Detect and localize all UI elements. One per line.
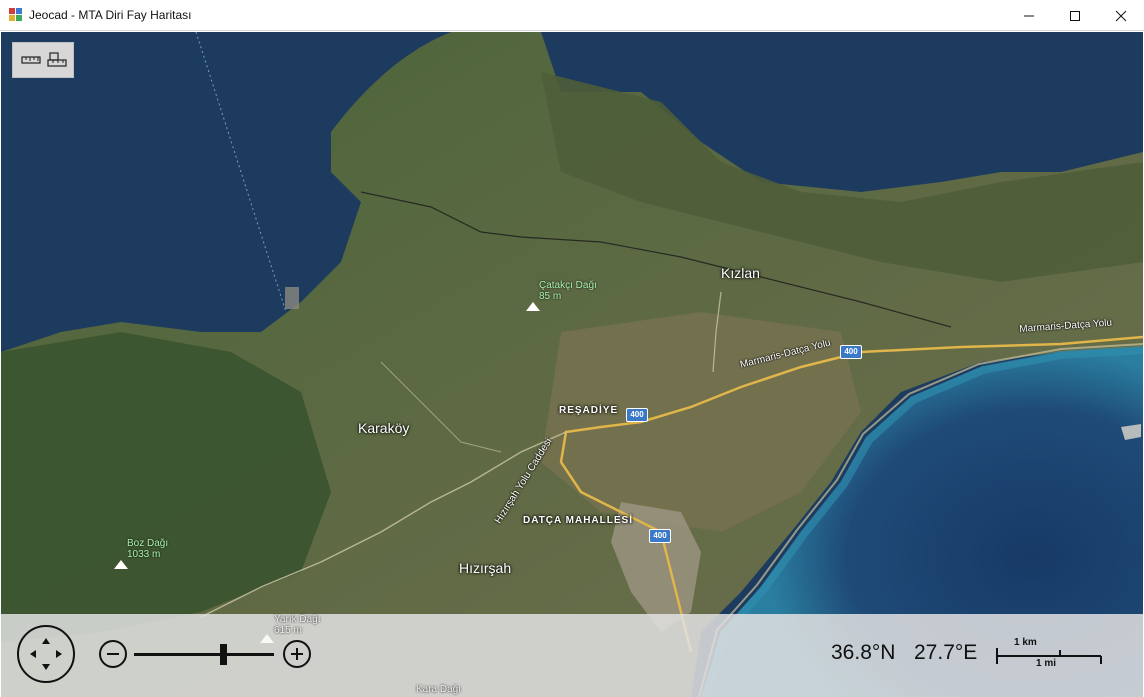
peak-marker	[260, 634, 274, 643]
app-icon	[9, 8, 22, 21]
pan-control[interactable]	[17, 625, 75, 683]
pan-arrows-icon	[30, 638, 62, 670]
peak-label: Yarık Dağı 615 m	[274, 614, 321, 636]
minimize-icon	[1024, 15, 1034, 16]
peak-label: Çatakçı Dağı 85 m	[539, 280, 597, 302]
maximize-icon	[1070, 10, 1080, 21]
maximize-button[interactable]	[1052, 0, 1098, 31]
minimize-button[interactable]	[1006, 0, 1052, 31]
peak-label: Kara Dağı	[416, 684, 462, 695]
window-title: Jeocad - MTA Diri Fay Haritası	[29, 8, 192, 22]
close-button[interactable]	[1098, 0, 1144, 31]
measure-toolbar	[12, 42, 74, 78]
minus-icon	[107, 653, 119, 655]
plus-icon	[291, 648, 303, 660]
district-label: REŞADİYE	[559, 405, 619, 416]
district-label: DATÇA MAHALLESİ	[523, 515, 633, 526]
town-label: Karaköy	[358, 420, 410, 436]
latitude-readout: 36.8°N	[831, 641, 896, 664]
route-shield: 400	[840, 345, 862, 359]
title-bar: Jeocad - MTA Diri Fay Haritası	[0, 0, 1144, 31]
area-measure-tool-icon[interactable]	[46, 51, 68, 69]
zoom-slider-track[interactable]	[134, 653, 274, 656]
longitude-readout: 27.7°E	[914, 641, 978, 664]
route-shield: 400	[649, 529, 671, 543]
peak-marker	[114, 560, 128, 569]
zoom-slider-thumb[interactable]	[220, 644, 228, 665]
scale-km-label: 1 km	[1014, 637, 1037, 648]
peak-label: Boz Dağı 1033 m	[127, 538, 169, 560]
zoom-out-button[interactable]	[99, 640, 127, 668]
map-control-bar: Yarık Dağı615 m Kara Dağı 36.8°N 27.7°E	[1, 614, 1143, 697]
ruler-tool-icon[interactable]	[20, 51, 42, 69]
scale-mi-label: 1 mi	[1036, 658, 1057, 669]
route-shield: 400	[626, 408, 648, 422]
town-label: Kızlan	[721, 265, 760, 281]
town-label: Hızırşah	[459, 560, 512, 576]
peak-marker	[526, 302, 540, 311]
satellite-terrain	[1, 32, 1143, 697]
map-view[interactable]: Çatakçı Dağı 85 m Boz Dağı 1033 m Kızlan K…	[1, 32, 1143, 697]
close-icon	[1115, 10, 1127, 21]
zoom-in-button[interactable]	[283, 640, 311, 668]
